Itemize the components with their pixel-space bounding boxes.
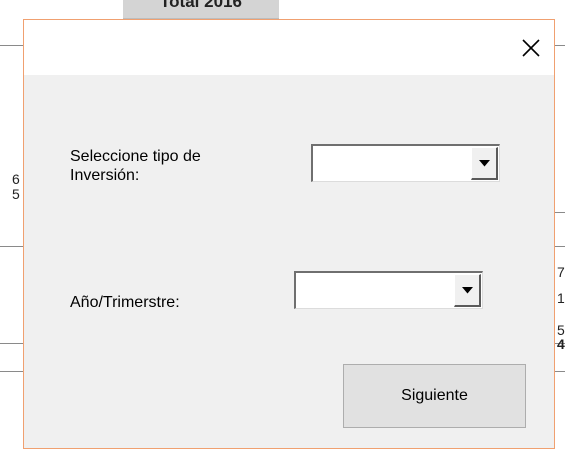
chevron-down-icon [461, 286, 473, 293]
dialog-titlebar[interactable] [24, 20, 554, 75]
dialog-window: Seleccione tipo de Inversión: Año/Trimer… [23, 19, 555, 449]
sheet-cell-fragment: 1 [557, 290, 565, 306]
sheet-cell-fragment: 6 [12, 171, 20, 187]
sheet-gridline [555, 371, 565, 372]
screen: Total 2016 6 5 7 1 5 4 Seleccione tipo d… [0, 0, 565, 453]
tipo-inversion-dropdown-button[interactable] [471, 147, 498, 180]
anio-trimestre-dropdown-button[interactable] [454, 274, 481, 307]
sheet-cell-fragment: 7 [557, 264, 565, 280]
tipo-inversion-combobox[interactable] [311, 144, 500, 182]
sheet-gridline [555, 45, 565, 46]
sheet-gridline [555, 246, 565, 247]
sheet-gridline [0, 371, 23, 372]
sheet-cell-fragment: 5 [12, 186, 20, 202]
sheet-gridline [555, 212, 565, 213]
sheet-cell-fragment: 4 [557, 336, 565, 352]
sheet-gridline [0, 246, 23, 247]
anio-trimestre-combobox[interactable] [294, 271, 483, 309]
close-button[interactable] [508, 20, 554, 75]
sheet-column-header: Total 2016 [123, 0, 279, 19]
anio-trimestre-label: Año/Trimerstre: [70, 294, 180, 311]
close-icon [522, 38, 540, 57]
sheet-gridline [0, 45, 23, 46]
siguiente-button[interactable]: Siguiente [343, 364, 526, 428]
sheet-header-label: Total 2016 [160, 0, 242, 11]
chevron-down-icon [478, 159, 490, 166]
tipo-inversion-label: Seleccione tipo de Inversión: [70, 148, 201, 184]
sheet-gridline [0, 343, 23, 344]
